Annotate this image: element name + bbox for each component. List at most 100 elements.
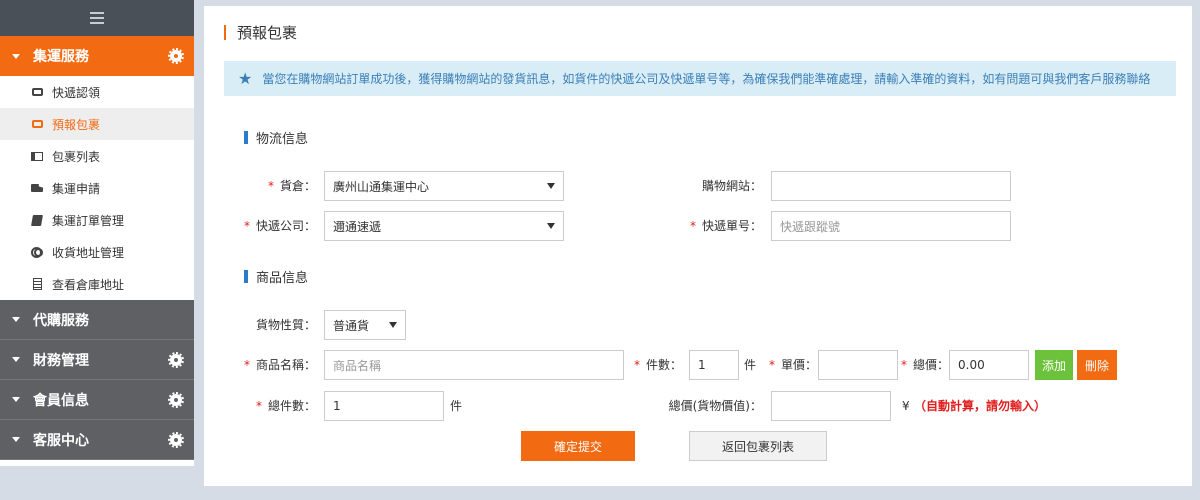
unit-price-input[interactable] bbox=[818, 350, 898, 380]
section-title-goods: 商品信息 bbox=[244, 267, 308, 286]
inbox-icon bbox=[30, 117, 44, 131]
unit-price-label: * 單價： bbox=[769, 350, 817, 380]
warehouse-select[interactable]: 廣州山通集運中心 bbox=[324, 171, 564, 201]
sidebar-item-label: 收貨地址管理 bbox=[52, 245, 125, 260]
sidebar-section-label: 代購服務 bbox=[33, 312, 89, 329]
courier-label: * 快遞公司： bbox=[224, 211, 316, 241]
gear-icon bbox=[168, 431, 184, 448]
total-qty-unit: 件 bbox=[450, 399, 463, 413]
caret-down-icon bbox=[12, 357, 20, 362]
dropdown-arrow-icon bbox=[547, 223, 555, 229]
warehouse-select-value: 廣州山通集運中心 bbox=[333, 179, 430, 194]
notice-banner: ★ 當您在購物網站訂單成功後，獲得購物網站的發貨訊息，如貨件的快遞公司及快遞單号… bbox=[224, 61, 1176, 96]
sidebar-item-forecast-parcel[interactable]: 預報包裹 bbox=[0, 108, 194, 140]
sidebar-section-purchasing[interactable]: 代購服務 bbox=[0, 300, 194, 340]
total-price-label-text: 總價： bbox=[913, 358, 950, 372]
product-name-label-text: 商品名稱： bbox=[255, 358, 316, 372]
required-mark: * bbox=[255, 399, 262, 413]
total-price-input[interactable]: 0.00 bbox=[949, 350, 1029, 380]
sidebar-section-label: 財務管理 bbox=[33, 352, 89, 369]
product-name-input[interactable]: 商品名稱 bbox=[324, 350, 624, 380]
sidebar-section-label: 會員信息 bbox=[33, 392, 89, 409]
caret-down-icon bbox=[12, 53, 20, 59]
quantity-label: * 件數： bbox=[632, 350, 682, 380]
sidebar-section-member[interactable]: 會員信息 bbox=[0, 380, 194, 420]
auto-calc-note: （自動計算，請勿輸入） bbox=[914, 399, 1047, 413]
tracking-label: * 快遞單号： bbox=[674, 211, 762, 241]
caret-down-icon bbox=[12, 437, 20, 442]
tracking-label-text: 快遞單号： bbox=[701, 219, 762, 233]
shop-input[interactable] bbox=[771, 171, 1011, 201]
required-mark: * bbox=[689, 219, 696, 233]
inbox-icon bbox=[30, 85, 44, 99]
nature-select[interactable]: 普通貨 bbox=[324, 310, 406, 340]
required-mark: * bbox=[901, 358, 907, 372]
required-mark: * bbox=[243, 358, 250, 372]
building-icon bbox=[30, 277, 44, 291]
required-mark: * bbox=[769, 358, 775, 372]
unit-price-label-text: 單價： bbox=[781, 358, 818, 372]
sidebar-section-consolidation[interactable]: 集運服務 bbox=[0, 36, 194, 76]
dropdown-arrow-icon bbox=[547, 183, 555, 189]
required-mark: * bbox=[633, 358, 640, 372]
tracking-input[interactable]: 快遞跟蹤號 bbox=[771, 211, 1011, 241]
currency-symbol: ¥ bbox=[902, 399, 910, 413]
back-to-list-button[interactable]: 返回包裹列表 bbox=[689, 431, 827, 461]
truck-icon bbox=[30, 181, 44, 195]
sidebar-section-label: 客服中心 bbox=[33, 432, 89, 449]
sidebar-section-label: 集運服務 bbox=[33, 49, 89, 65]
total-qty-label-text: 總件數： bbox=[267, 399, 316, 413]
sidebar-item-label: 快遞認領 bbox=[52, 85, 101, 100]
courier-select-value: 邇通速遞 bbox=[333, 219, 382, 234]
goods-value-label: 總價(貨物價值)： bbox=[668, 399, 762, 413]
quantity-label-text: 件數： bbox=[645, 358, 682, 372]
caret-down-icon bbox=[12, 317, 20, 322]
sidebar-item-address-management[interactable]: 收貨地址管理 bbox=[0, 236, 194, 268]
submit-button[interactable]: 確定提交 bbox=[521, 431, 635, 461]
sidebar-item-label: 集運訂單管理 bbox=[52, 213, 125, 228]
goods-value-input[interactable] bbox=[771, 391, 891, 421]
sidebar-item-label: 集運申請 bbox=[52, 181, 101, 196]
sidebar-item-warehouse-address[interactable]: 查看倉庫地址 bbox=[0, 268, 194, 300]
nature-label: 貨物性質： bbox=[255, 318, 316, 332]
notice-text: 當您在購物網站訂單成功後，獲得購物網站的發貨訊息，如貨件的快遞公司及快遞單号等，… bbox=[262, 72, 1151, 86]
sidebar-item-label: 查看倉庫地址 bbox=[52, 277, 125, 292]
quantity-unit: 件 bbox=[744, 358, 757, 372]
caret-down-icon bbox=[12, 397, 20, 402]
list-icon bbox=[30, 149, 44, 163]
sidebar-submenu: 快遞認領 預報包裹 包裹列表 集運申請 集運訂單管理 收貨地址管理 查看倉庫地址 bbox=[0, 76, 194, 300]
quantity-input[interactable]: 1 bbox=[689, 350, 739, 380]
sidebar: 集運服務 快遞認領 預報包裹 包裹列表 集運申請 集運訂單管理 收貨地址管理 查… bbox=[0, 0, 194, 466]
gear-icon bbox=[168, 351, 184, 368]
gear-icon bbox=[168, 391, 184, 408]
book-icon bbox=[30, 213, 44, 227]
section-title-logistics: 物流信息 bbox=[244, 128, 308, 147]
dropdown-arrow-icon bbox=[389, 322, 397, 328]
gear-icon bbox=[168, 48, 184, 64]
delete-button[interactable]: 刪除 bbox=[1077, 350, 1117, 380]
sidebar-item-consolidation-request[interactable]: 集運申請 bbox=[0, 172, 194, 204]
page-title: 預報包裹 bbox=[224, 22, 297, 43]
total-qty-input[interactable]: 1 bbox=[324, 391, 444, 421]
shop-label: 購物網站： bbox=[701, 179, 762, 193]
sidebar-item-express-claim[interactable]: 快遞認領 bbox=[0, 76, 194, 108]
warehouse-label-text: 貨倉： bbox=[279, 179, 316, 193]
sidebar-item-parcel-list[interactable]: 包裹列表 bbox=[0, 140, 194, 172]
sidebar-item-order-management[interactable]: 集運訂單管理 bbox=[0, 204, 194, 236]
total-qty-label: * 總件數： bbox=[234, 391, 316, 421]
required-mark: * bbox=[267, 179, 274, 193]
sidebar-section-support[interactable]: 客服中心 bbox=[0, 420, 194, 460]
add-button[interactable]: 添加 bbox=[1035, 350, 1073, 380]
sidebar-item-label: 包裹列表 bbox=[52, 149, 101, 164]
star-icon: ★ bbox=[238, 68, 253, 88]
product-name-label: * 商品名稱： bbox=[224, 350, 316, 380]
total-price-label: * 總價： bbox=[901, 350, 950, 380]
sidebar-section-finance[interactable]: 財務管理 bbox=[0, 340, 194, 380]
sidebar-toggle[interactable] bbox=[0, 0, 194, 36]
courier-label-text: 快遞公司： bbox=[255, 219, 316, 233]
sidebar-item-label: 預報包裹 bbox=[52, 117, 101, 132]
cogs-icon bbox=[30, 245, 44, 259]
courier-select[interactable]: 邇通速遞 bbox=[324, 211, 564, 241]
main-panel: 預報包裹 ★ 當您在購物網站訂單成功後，獲得購物網站的發貨訊息，如貨件的快遞公司… bbox=[204, 6, 1192, 486]
menu-icon bbox=[90, 12, 104, 24]
